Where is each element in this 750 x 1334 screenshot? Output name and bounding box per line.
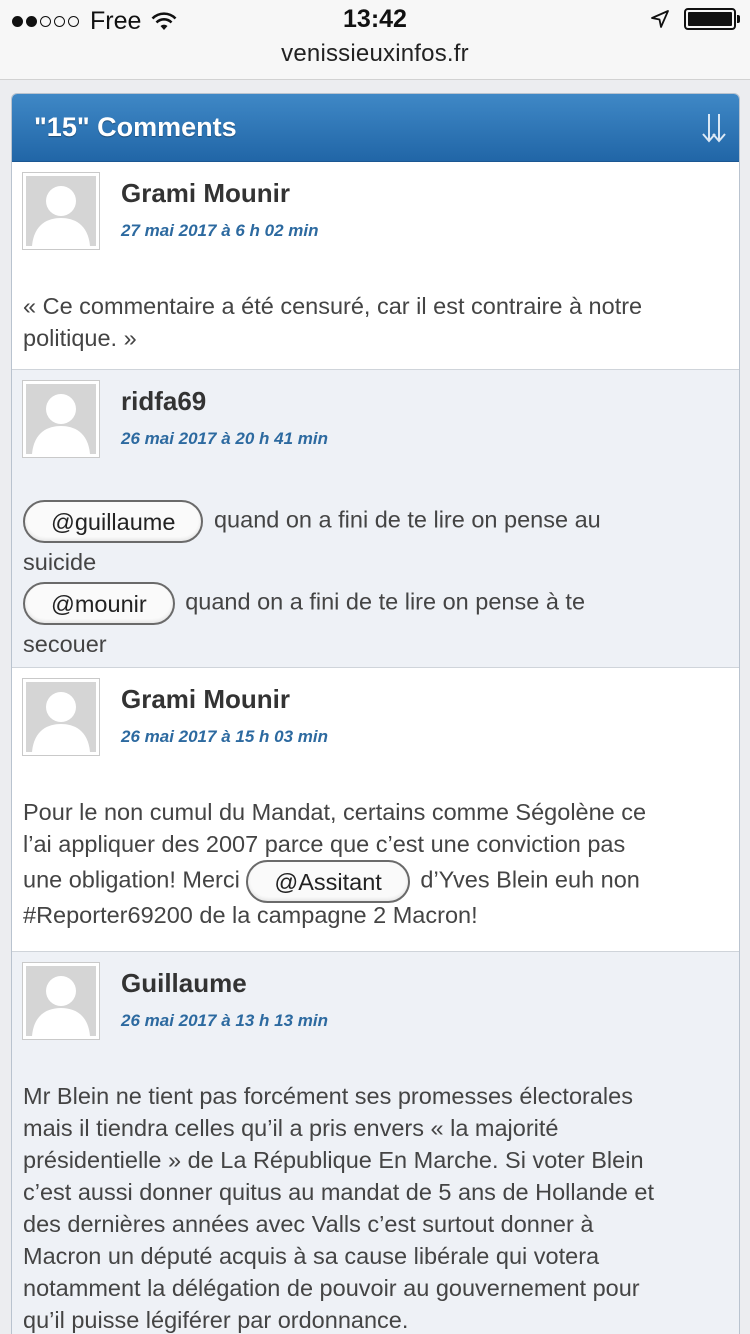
comment-text-line: notamment la délégation de pouvoir au go…: [23, 1275, 640, 1301]
comment-item: Grami Mounir 26 mai 2017 à 15 h 03 min P…: [12, 668, 739, 952]
comment-date[interactable]: 26 mai 2017 à 15 h 03 min: [121, 727, 328, 747]
comment-text-segment: d’Yves Blein euh non: [413, 866, 640, 893]
comment-item: Guillaume 26 mai 2017 à 13 h 13 min Mr B…: [12, 952, 739, 1334]
comments-header[interactable]: "15" Comments: [12, 94, 739, 162]
comment-text: « Ce commentaire a été censuré, car il e…: [23, 293, 643, 351]
comment-text-segment: quand on a fini de te lire on pense à te: [178, 588, 586, 615]
address-bar-url[interactable]: venissieuxinfos.fr: [0, 40, 750, 68]
comments-title: "15" Comments: [34, 112, 237, 142]
comment-author[interactable]: ridfa69: [121, 386, 206, 417]
avatar[interactable]: [22, 678, 100, 756]
comment-text-segment: l’ai appliquer des 2007 parce que c’est …: [23, 831, 626, 857]
comment-text-line: présidentielle » de La République En Mar…: [23, 1147, 644, 1173]
mention-button[interactable]: @mounir: [23, 582, 175, 625]
comment-text-segment: Pour le non cumul du Mandat, certains co…: [23, 799, 647, 825]
comment-date[interactable]: 27 mai 2017 à 6 h 02 min: [121, 221, 319, 241]
comment-item: ridfa69 26 mai 2017 à 20 h 41 min @guill…: [12, 370, 739, 668]
mention-button[interactable]: @guillaume: [23, 500, 204, 543]
comment-text: Mr Blein ne tient pas forcément ses prom…: [23, 1080, 727, 1334]
comment-text-segment: une obligation! Merci: [23, 866, 247, 893]
comment-text-line: Macron un député acquis à sa cause libér…: [23, 1243, 600, 1269]
avatar[interactable]: [22, 380, 100, 458]
mention-button[interactable]: @Assitant: [246, 860, 410, 903]
status-bar: Free 13:42 venissieuxinfos.fr: [0, 0, 750, 80]
default-user-icon: [32, 394, 90, 454]
avatar[interactable]: [22, 962, 100, 1040]
comment-text-line: qu’il puisse légiférer par ordonnance.: [23, 1307, 409, 1333]
comment-text: Pour le non cumul du Mandat, certains co…: [23, 796, 727, 931]
comment-text-segment: quand on a fini de te lire on pense au: [207, 506, 601, 533]
avatar[interactable]: [22, 172, 100, 250]
comment-text-segment: #Reporter69200 de la campagne 2 Macron!: [23, 902, 478, 928]
comments-panel: "15" Comments Grami Mounir 27 mai 2017 à…: [11, 93, 740, 1334]
default-user-icon: [32, 976, 90, 1036]
comment-item: Grami Mounir 27 mai 2017 à 6 h 02 min « …: [12, 162, 739, 370]
default-user-icon: [32, 186, 90, 246]
comment-author[interactable]: Grami Mounir: [121, 684, 290, 715]
comment-text-line: des dernières années avec Valls c’est su…: [23, 1211, 594, 1237]
battery-icon: [684, 8, 740, 30]
comment-author[interactable]: Grami Mounir: [121, 178, 290, 209]
comment-text-line: c’est aussi donner quitus au mandat de 5…: [23, 1179, 655, 1205]
comment-author[interactable]: Guillaume: [121, 968, 247, 999]
comment-text-segment: suicide: [23, 549, 97, 575]
double-arrow-down-icon[interactable]: [701, 112, 727, 144]
default-user-icon: [32, 692, 90, 752]
comment-date[interactable]: 26 mai 2017 à 13 h 13 min: [121, 1011, 328, 1031]
location-arrow-icon: [651, 10, 669, 28]
comment-date[interactable]: 26 mai 2017 à 20 h 41 min: [121, 429, 328, 449]
comment-text-segment: secouer: [23, 631, 107, 657]
comment-text: @guillaume quand on a fini de te lire on…: [23, 500, 727, 664]
clock: 13:42: [343, 5, 407, 33]
comment-text-line: mais il tiendra celles qu’il a pris enve…: [23, 1115, 559, 1141]
comment-text-line: Mr Blein ne tient pas forcément ses prom…: [23, 1083, 633, 1109]
